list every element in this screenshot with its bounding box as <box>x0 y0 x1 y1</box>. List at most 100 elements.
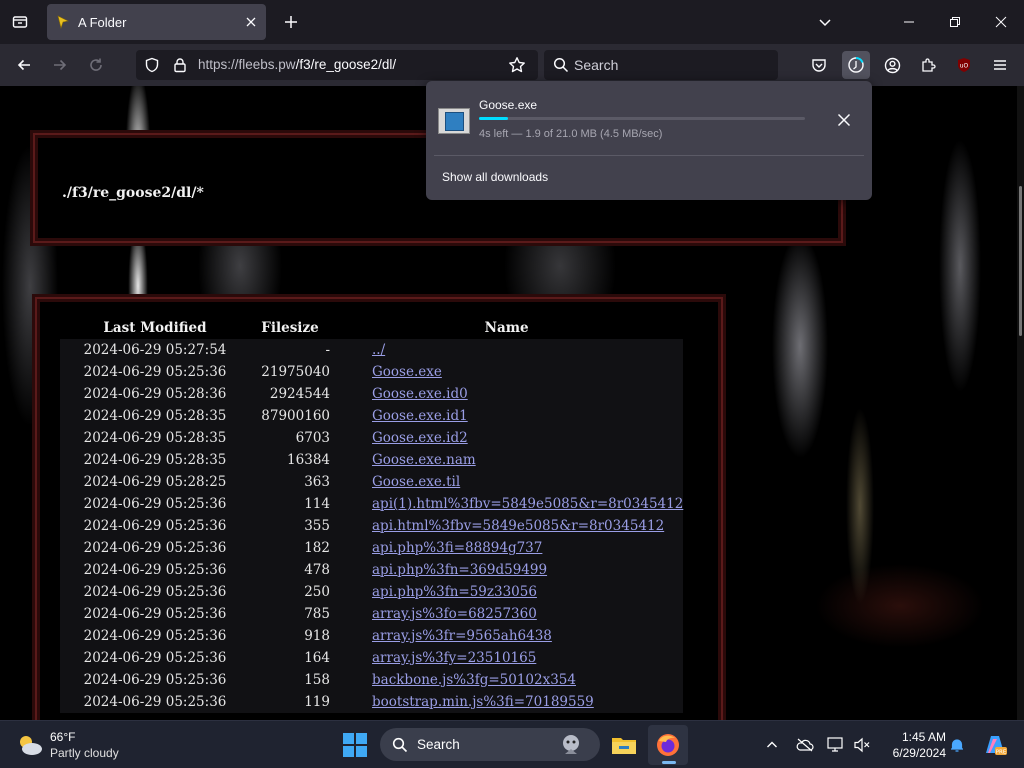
restore-icon <box>950 17 960 27</box>
restore-button[interactable] <box>932 6 978 38</box>
arrow-left-icon <box>17 59 30 71</box>
row-name-cell: ../ <box>330 339 684 361</box>
column-header-size[interactable]: Filesize <box>250 317 330 339</box>
account-button[interactable] <box>878 51 906 79</box>
row-size: 21975040 <box>250 361 330 383</box>
download-progress-fill <box>479 117 509 120</box>
file-link[interactable]: api.php%3fi=88894g737 <box>372 540 542 556</box>
search-icon <box>553 57 569 73</box>
show-all-downloads-button[interactable]: Show all downloads <box>442 170 548 184</box>
row-name-cell: api.html%3fbv=5849e5085&r=8r0345412 <box>330 515 684 537</box>
start-button[interactable] <box>342 732 368 758</box>
ublock-button[interactable]: uO <box>950 51 978 79</box>
list-all-tabs-button[interactable] <box>813 10 837 34</box>
minimize-button[interactable] <box>886 6 932 38</box>
table-row: 2024-06-29 05:28:25 363 Goose.exe.til <box>60 471 684 493</box>
page-scrollbar[interactable] <box>1017 86 1024 720</box>
row-modified: 2024-06-29 05:28:35 <box>60 405 250 427</box>
copilot-button[interactable]: PRE <box>982 732 1008 758</box>
file-link[interactable]: Goose.exe.til <box>372 474 460 490</box>
tab-bar: A Folder <box>0 0 1024 44</box>
file-link[interactable]: Goose.exe.nam <box>372 452 476 468</box>
row-modified: 2024-06-29 05:25:36 <box>60 515 250 537</box>
column-header-modified[interactable]: Last Modified <box>60 317 250 339</box>
file-link[interactable]: api.html%3fbv=5849e5085&r=8r0345412 <box>372 518 664 534</box>
table-row: 2024-06-29 05:28:35 16384 Goose.exe.nam <box>60 449 684 471</box>
volume-button[interactable] <box>852 735 872 755</box>
row-size: 158 <box>250 669 330 691</box>
downloads-button[interactable] <box>842 51 870 79</box>
network-button[interactable] <box>826 735 846 755</box>
onedrive-button[interactable] <box>795 735 815 755</box>
plus-icon <box>285 16 297 28</box>
file-link[interactable]: api(1).html%3fbv=5849e5085&r=8r0345412 <box>372 496 683 512</box>
extensions-button[interactable] <box>914 51 942 79</box>
panel-divider <box>434 155 864 156</box>
taskbar-search[interactable]: Search <box>380 728 600 761</box>
table-row: 2024-06-29 05:25:36 158 backbone.js%3fg=50… <box>60 669 684 691</box>
table-row: 2024-06-29 05:28:35 6703 Goose.exe.id2 <box>60 427 684 449</box>
new-tab-button[interactable] <box>278 9 304 35</box>
file-link[interactable]: Goose.exe.id0 <box>372 386 468 402</box>
file-link[interactable]: backbone.js%3fg=50102x354 <box>372 672 576 688</box>
row-modified: 2024-06-29 05:27:54 <box>60 339 250 361</box>
taskbar: 66°F Partly cloudy Search 1:45 AM 6/29/2… <box>0 720 1024 768</box>
table-row: 2024-06-29 05:25:36 918 array.js%3fr=9565a… <box>60 625 684 647</box>
column-header-name[interactable]: Name <box>330 317 683 339</box>
row-size: 164 <box>250 647 330 669</box>
file-link[interactable]: Goose.exe.id2 <box>372 430 468 446</box>
file-link[interactable]: array.js%3fo=68257360 <box>372 606 537 622</box>
close-icon <box>246 17 256 27</box>
row-modified: 2024-06-29 05:25:36 <box>60 603 250 625</box>
file-link[interactable]: bootstrap.min.js%3fi=70189559 <box>372 694 594 710</box>
downloads-panel: Goose.exe 4s left — 1.9 of 21.0 MB (4.5 … <box>426 81 872 200</box>
ublock-shield-icon: uO <box>958 58 970 72</box>
app-menu-button[interactable] <box>986 51 1014 79</box>
row-modified: 2024-06-29 05:28:25 <box>60 471 250 493</box>
table-row: 2024-06-29 05:25:36 114 api(1).html%3fbv=5… <box>60 493 684 515</box>
pocket-button[interactable] <box>805 51 833 79</box>
clock-time: 1:45 AM <box>901 730 946 744</box>
notifications-button[interactable] <box>947 735 967 755</box>
show-hidden-icons-button[interactable] <box>762 735 782 755</box>
firefox-view-button[interactable] <box>6 8 34 36</box>
file-link[interactable]: Goose.exe.id1 <box>372 408 468 424</box>
search-bar[interactable]: Search <box>544 50 778 80</box>
row-name-cell: Goose.exe <box>330 361 684 383</box>
row-modified: 2024-06-29 05:25:36 <box>60 669 250 691</box>
row-size: 918 <box>250 625 330 647</box>
row-name-cell: api(1).html%3fbv=5849e5085&r=8r0345412 <box>330 493 684 515</box>
file-link[interactable]: api.php%3fn=369d59499 <box>372 562 547 578</box>
file-link[interactable]: ../ <box>372 342 385 358</box>
file-link[interactable]: api.php%3fn=59z33056 <box>372 584 537 600</box>
row-size: 363 <box>250 471 330 493</box>
file-link[interactable]: array.js%3fy=23510165 <box>372 650 536 666</box>
table-header-row: Last Modified Filesize Name <box>60 317 683 339</box>
weather-widget[interactable]: 66°F Partly cloudy <box>14 729 134 761</box>
cancel-download-button[interactable] <box>834 110 854 130</box>
table-row: 2024-06-29 05:28:35 87900160 Goose.exe.id1 <box>60 405 684 427</box>
file-link[interactable]: array.js%3fr=9565ah6438 <box>372 628 552 644</box>
svg-text:PRE: PRE <box>996 750 1007 756</box>
back-button[interactable] <box>10 51 38 79</box>
scrollbar-thumb[interactable] <box>1019 186 1022 336</box>
tab-close-button[interactable] <box>242 13 260 31</box>
close-window-button[interactable] <box>978 6 1024 38</box>
download-file-name[interactable]: Goose.exe <box>479 98 537 112</box>
star-icon[interactable] <box>508 56 526 74</box>
file-link[interactable]: Goose.exe <box>372 364 442 380</box>
speaker-muted-icon <box>854 737 870 753</box>
row-name-cell: Goose.exe.id2 <box>330 427 684 449</box>
firefox-app[interactable] <box>648 725 688 765</box>
shield-icon <box>145 57 159 73</box>
row-size: 785 <box>250 603 330 625</box>
file-explorer-app[interactable] <box>604 725 644 765</box>
cloud-offline-icon <box>796 738 814 752</box>
forward-button[interactable] <box>46 51 74 79</box>
reload-button[interactable] <box>82 51 110 79</box>
row-size: 6703 <box>250 427 330 449</box>
file-table-body: 2024-06-29 05:27:54- ../ 2024-06-29 05:25:… <box>60 339 684 713</box>
url-bar[interactable]: https://fleebs.pw/f3/re_goose2/dl/ <box>136 50 538 80</box>
clock[interactable]: 1:45 AM 6/29/2024 <box>880 729 946 761</box>
tab-a-folder[interactable]: A Folder <box>47 4 266 40</box>
